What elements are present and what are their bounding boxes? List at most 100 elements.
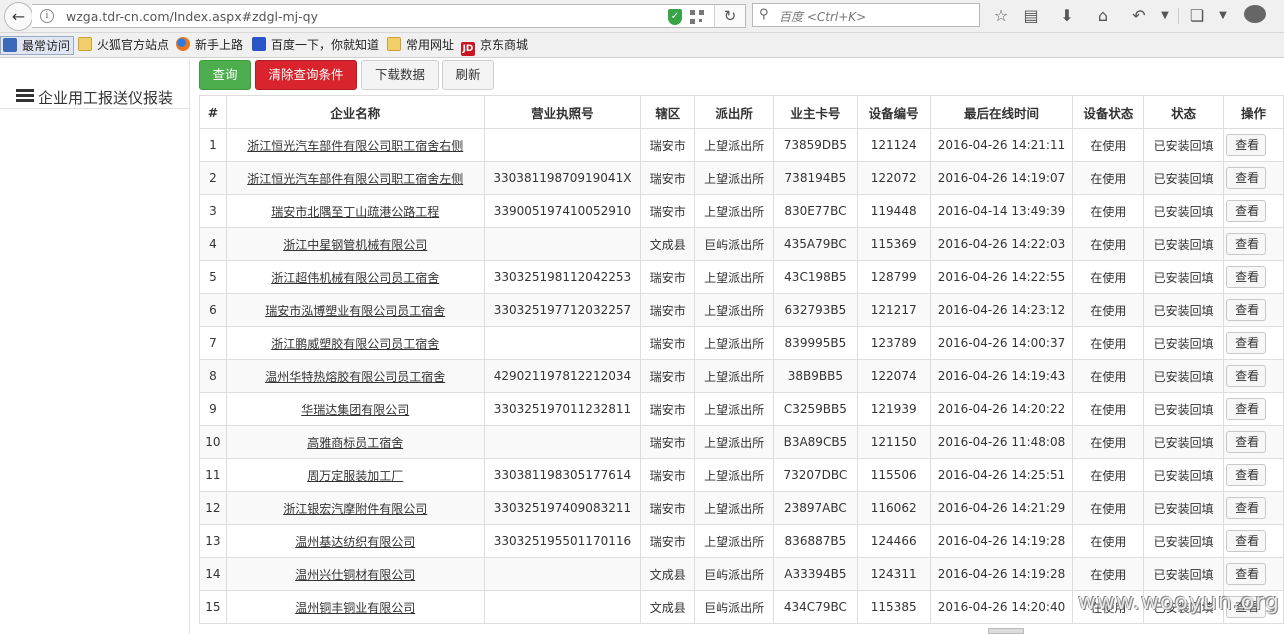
table-row: 8 温州华特热熔胶有限公司员工宿舍 429021197812212034 瑞安市 上望派… [199,359,1284,393]
view-button[interactable]: 查看 [1226,233,1267,255]
company-name-link[interactable]: 温州兴仕铜材有限公司 [295,568,415,582]
action-cell: 查看 [1223,326,1284,360]
view-button[interactable]: 查看 [1226,266,1267,288]
url-bar[interactable]: i wzga.tdr-cn.com/Index.aspx#zdgl-mj-qy … [32,4,746,28]
info-icon[interactable]: i [40,9,54,23]
company-name-link[interactable]: 瑞安市北隅至丁山疏港公路工程 [271,205,439,219]
company-name-link[interactable]: 浙江鹏威塑胶有限公司员工宿舍 [271,337,439,351]
company-name-link[interactable]: 瑞安市泓博塑业有限公司员工宿舍 [265,304,445,318]
table-row: 4 浙江中星钢管机械有限公司 文成县 巨屿派出所 435A79BC 115369 2016-… [199,227,1284,261]
district-cell: 瑞安市 [640,326,696,360]
install-status-cell: 已安装回填 [1143,227,1225,261]
owner-card-cell: 632793B5 [772,293,858,327]
district-cell: 瑞安市 [640,392,696,426]
reading-list-icon[interactable]: ▤ [1020,5,1042,27]
device-status-cell: 在使用 [1072,326,1145,360]
district-cell: 瑞安市 [640,194,696,228]
owner-card-cell: 839995B5 [772,326,858,360]
company-name-link[interactable]: 温州华特热熔胶有限公司员工宿舍 [265,370,445,384]
row-index-cell: 7 [199,326,227,360]
device-status-cell: 在使用 [1072,293,1145,327]
jd-logo-icon: JD [461,42,475,56]
query-button[interactable]: 查询 [199,60,251,90]
install-status-cell: 已安装回填 [1143,359,1225,393]
device-number-cell: 122074 [856,359,931,393]
install-status-cell: 已安装回填 [1143,326,1225,360]
owner-card-cell: 434C79BC [772,590,858,624]
row-index-cell: 11 [199,458,227,492]
bookmark-jd[interactable]: JD 京东商城 [461,36,528,56]
refresh-button[interactable]: 刷新 [442,60,494,90]
chevron-down-icon[interactable]: ▼ [1212,5,1234,27]
sidebar-menu-item[interactable]: 企业用工报送仪报装 [0,67,189,109]
chat-bubble-icon[interactable] [1244,5,1266,23]
owner-card-cell: 38B9BB5 [772,359,858,393]
install-status-cell: 已安装回填 [1143,458,1225,492]
install-status-cell: 已安装回填 [1143,557,1225,591]
device-number-cell: 124466 [856,524,931,558]
police-station-cell: 巨屿派出所 [694,557,774,591]
install-status-cell: 已安装回填 [1143,293,1225,327]
company-name-link[interactable]: 温州铜丰铜业有限公司 [295,601,415,615]
company-name-link[interactable]: 高雅商标员工宿舍 [307,436,403,450]
home-icon[interactable]: ⌂ [1092,5,1114,27]
star-bookmark-icon[interactable]: ☆ [990,5,1012,27]
qr-code-icon[interactable] [690,10,704,24]
owner-card-cell: B3A89CB5 [772,425,858,459]
company-name-cell: 温州兴仕铜材有限公司 [225,557,485,591]
shield-check-icon[interactable]: ✓ [668,9,682,25]
reload-icon[interactable]: ↻ [714,4,746,28]
last-online-time-cell: 2016-04-26 14:20:40 [929,590,1074,624]
download-data-button[interactable]: 下载数据 [361,60,439,90]
column-header: 辖区 [640,95,696,129]
view-button[interactable]: 查看 [1226,134,1267,156]
view-button[interactable]: 查看 [1226,464,1267,486]
action-cell: 查看 [1223,392,1284,426]
bookmark-getting-started[interactable]: 新手上路 [176,36,243,55]
bookmark-firefox-official[interactable]: 火狐官方站点 [78,36,169,55]
bookmark-common-sites[interactable]: 常用网址 [387,36,454,55]
device-status-cell: 在使用 [1072,557,1145,591]
company-name-link[interactable]: 浙江超伟机械有限公司员工宿舍 [271,271,439,285]
bookmark-baidu[interactable]: 百度一下，你就知道 [252,36,379,55]
horizontal-scrollbar[interactable] [988,628,1024,634]
table-row: 2 浙江恒光汽车部件有限公司职工宿舍左侧 33038119870919041X 瑞安市… [199,161,1284,195]
view-button[interactable]: 查看 [1226,299,1267,321]
view-button[interactable]: 查看 [1226,167,1267,189]
company-name-link[interactable]: 温州基达纺织有限公司 [295,535,415,549]
view-button[interactable]: 查看 [1226,200,1267,222]
view-button[interactable]: 查看 [1226,332,1267,354]
view-button[interactable]: 查看 [1226,431,1267,453]
install-status-cell: 已安装回填 [1143,392,1225,426]
view-button[interactable]: 查看 [1226,365,1267,387]
license-number-cell [483,227,642,261]
search-bar[interactable]: ⚲ 百度 <Ctrl+K> [752,3,980,27]
action-cell: 查看 [1223,260,1284,294]
crop-icon[interactable]: ❏ [1186,5,1208,27]
chevron-down-icon[interactable]: ▼ [1154,5,1176,27]
table-row: 1 浙江恒光汽车部件有限公司职工宿舍右侧 瑞安市 上望派出所 73859DB5 12112… [199,128,1284,162]
company-name-link[interactable]: 华瑞达集团有限公司 [301,403,409,417]
url-text[interactable]: wzga.tdr-cn.com/Index.aspx#zdgl-mj-qy [66,9,318,24]
company-name-link[interactable]: 浙江恒光汽车部件有限公司职工宿舍左侧 [247,172,463,186]
view-button[interactable]: 查看 [1226,530,1267,552]
view-button[interactable]: 查看 [1226,398,1267,420]
download-arrow-icon[interactable]: ⬇ [1056,5,1078,27]
view-button[interactable]: 查看 [1226,563,1267,585]
view-button[interactable]: 查看 [1226,497,1267,519]
district-cell: 瑞安市 [640,128,696,162]
undo-icon[interactable]: ↶ [1128,5,1150,27]
company-name-link[interactable]: 浙江恒光汽车部件有限公司职工宿舍右侧 [247,139,463,153]
police-station-cell: 上望派出所 [694,161,774,195]
search-placeholder[interactable]: 百度 <Ctrl+K> [779,8,866,25]
company-name-link[interactable]: 浙江中星钢管机械有限公司 [283,238,427,252]
police-station-cell: 巨屿派出所 [694,590,774,624]
clear-conditions-button[interactable]: 清除查询条件 [255,60,357,90]
bookmark-most-visited[interactable]: 最常访问 [0,36,75,55]
back-arrow-icon[interactable]: ← [4,2,33,31]
company-name-link[interactable]: 浙江银宏汽摩附件有限公司 [283,502,427,516]
license-number-cell: 330325197409083211 [483,491,642,525]
table-row: 6 瑞安市泓博塑业有限公司员工宿舍 330325197712032257 瑞安市 上望派… [199,293,1284,327]
table-row: 7 浙江鹏威塑胶有限公司员工宿舍 瑞安市 上望派出所 839995B5 123789 201… [199,326,1284,360]
company-name-link[interactable]: 周万定服装加工厂 [307,469,403,483]
